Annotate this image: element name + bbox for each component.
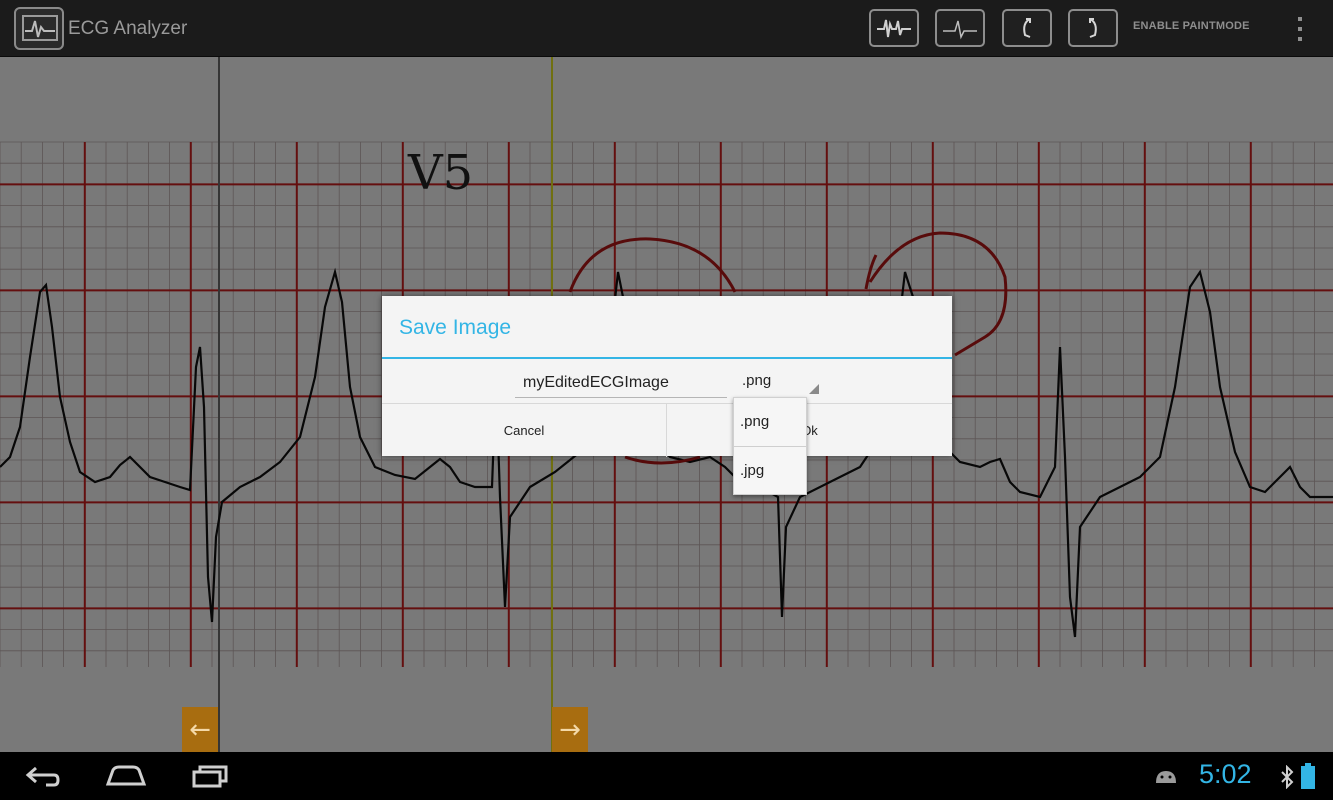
filename-input[interactable] [515,368,727,398]
recent-apps-icon[interactable] [190,762,232,790]
ecg-waveform-icon [877,19,911,38]
dialog-button-bar: Cancel Ok [382,403,952,457]
undo-icon [1023,18,1031,38]
overflow-menu-icon[interactable] [1290,15,1310,43]
app-logo-icon[interactable] [14,7,64,50]
spinner-caret-icon [809,384,819,394]
redo-icon [1089,18,1097,38]
arrow-right-icon: → [559,715,581,745]
back-icon[interactable] [24,762,62,790]
extension-option-jpg[interactable]: .jpg [734,447,806,495]
dialog-title: Save Image [399,316,512,339]
ok-button[interactable]: Ok [667,404,952,457]
home-icon[interactable] [105,762,147,790]
ecg-waveform-button[interactable] [869,9,919,47]
ecg-beat-button[interactable] [935,9,985,47]
cancel-button[interactable]: Cancel [382,404,666,457]
save-image-dialog: Save Image .png Cancel Ok [382,296,952,457]
undo-button[interactable] [1002,9,1052,47]
android-debug-icon [1156,771,1176,783]
scroll-left-button[interactable]: ← [182,707,218,752]
system-nav-bar: 5:02 [0,752,1333,800]
dialog-divider [382,357,952,359]
enable-paintmode-button[interactable]: ENABLE PAINTMODE [1133,20,1250,32]
extension-spinner[interactable]: .png [735,368,821,396]
extension-selected: .png [742,372,772,389]
redo-button[interactable] [1068,9,1118,47]
app-title: ECG Analyzer [68,18,188,39]
clock: 5:02 [1199,759,1252,789]
scroll-right-button[interactable]: → [552,707,588,752]
extension-option-png[interactable]: .png [734,398,806,446]
battery-icon [1301,763,1315,789]
bluetooth-icon [1281,765,1294,789]
action-bar: ECG Analyzer ENABLE PAINTMODE [0,0,1333,57]
ecg-beat-icon [943,20,977,40]
arrow-left-icon: ← [189,715,211,745]
extension-dropdown: .png .jpg [733,397,807,495]
